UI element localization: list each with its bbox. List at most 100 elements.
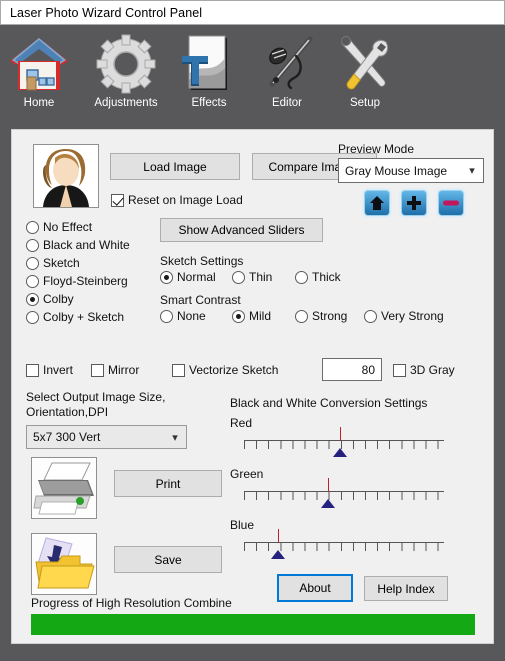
save-button[interactable]: Save xyxy=(114,546,222,573)
radio-dot xyxy=(364,309,377,323)
gear-icon xyxy=(87,29,165,99)
help-index-button[interactable]: Help Index xyxy=(364,576,448,601)
sketch-option-thin[interactable]: Thin xyxy=(232,270,272,284)
slider-thumb[interactable] xyxy=(333,448,347,457)
mirror-checkbox[interactable]: Mirror xyxy=(91,363,139,377)
toolbar-item-home[interactable]: Home xyxy=(0,29,78,109)
image-thumbnail[interactable] xyxy=(33,144,99,208)
slider-thumb[interactable] xyxy=(271,550,285,559)
preview-mode-select[interactable]: Gray Mouse Image ▾ xyxy=(338,158,484,183)
radio-dot xyxy=(295,270,308,284)
progress-bar xyxy=(31,614,475,635)
effect-option-label: Colby + Sketch xyxy=(43,310,125,324)
red-slider[interactable] xyxy=(244,427,444,458)
output-size-value: 5x7 300 Vert xyxy=(33,430,101,444)
save-label: Save xyxy=(154,552,182,567)
blue-slider[interactable] xyxy=(244,529,444,560)
radio-dot xyxy=(295,309,308,323)
contrast-option-none[interactable]: None xyxy=(160,309,206,323)
effect-option-colby[interactable]: Colby xyxy=(26,292,74,306)
contrast-option-mild[interactable]: Mild xyxy=(232,309,271,323)
plus-icon xyxy=(407,196,421,210)
progress-label: Progress of High Resolution Combine xyxy=(31,596,232,610)
threshold-input[interactable]: 80 xyxy=(322,358,382,381)
radio-dot xyxy=(26,238,39,252)
show-advanced-sliders-label: Show Advanced Sliders xyxy=(178,223,305,237)
toolbar-item-setup[interactable]: Setup xyxy=(326,29,404,109)
effect-option-label: Floyd-Steinberg xyxy=(43,274,128,288)
checkbox-box xyxy=(111,193,124,207)
effect-option-colby-plus-sketch[interactable]: Colby + Sketch xyxy=(26,310,124,324)
about-button[interactable]: About xyxy=(277,574,353,602)
effect-option-label: Sketch xyxy=(43,256,80,270)
toolbar-item-setup-label: Setup xyxy=(349,97,381,109)
green-slider[interactable] xyxy=(244,478,444,509)
radio-dot xyxy=(160,270,173,284)
preview-home-button[interactable] xyxy=(364,190,390,216)
sketch-option-normal[interactable]: Normal xyxy=(160,270,216,284)
effect-option-floyd-steinberg[interactable]: Floyd-Steinberg xyxy=(26,274,128,288)
reset-on-image-load-checkbox[interactable]: Reset on Image Load xyxy=(111,193,243,207)
minus-icon xyxy=(443,200,459,206)
checkbox-box xyxy=(393,363,406,377)
text-effects-icon xyxy=(170,29,248,99)
home-icon xyxy=(370,196,384,210)
radio-dot xyxy=(26,274,39,288)
toolbar-item-editor[interactable]: Editor xyxy=(248,29,326,109)
control-panel: Load Image Compare Images Reset on Image… xyxy=(11,129,494,644)
preview-mode-value: Gray Mouse Image xyxy=(345,163,448,178)
radio-dot xyxy=(232,270,245,284)
sketch-option-thick[interactable]: Thick xyxy=(295,270,341,284)
sketch-option-label: Normal xyxy=(177,270,216,284)
effect-option-no-effect[interactable]: No Effect xyxy=(26,220,92,234)
print-button[interactable]: Print xyxy=(114,470,222,497)
contrast-option-strong[interactable]: Strong xyxy=(295,309,347,323)
blue-slider-label: Blue xyxy=(230,518,255,532)
show-advanced-sliders-button[interactable]: Show Advanced Sliders xyxy=(160,218,323,242)
vectorize-sketch-checkbox[interactable]: Vectorize Sketch xyxy=(172,363,278,377)
checkbox-box xyxy=(172,363,185,377)
application-window: Laser Photo Wizard Control Panel Home Ad… xyxy=(0,0,505,661)
effect-option-label: Colby xyxy=(43,292,74,306)
preview-mode-label: Preview Mode xyxy=(338,142,415,156)
print-label: Print xyxy=(155,476,181,491)
slider-needle xyxy=(328,478,329,492)
green-slider-label: Green xyxy=(230,467,264,481)
effect-option-black-and-white[interactable]: Black and White xyxy=(26,238,130,252)
effect-option-sketch[interactable]: Sketch xyxy=(26,256,80,270)
checkbox-box xyxy=(26,363,39,377)
contrast-option-label: Mild xyxy=(249,309,272,323)
three-d-gray-checkbox[interactable]: 3D Gray xyxy=(393,363,455,377)
help-index-label: Help Index xyxy=(377,581,435,596)
sketch-option-label: Thick xyxy=(312,270,341,284)
output-size-select[interactable]: 5x7 300 Vert ▾ xyxy=(26,425,187,449)
output-size-label-line2: Orientation,DPI xyxy=(26,405,109,419)
reset-on-image-load-label: Reset on Image Load xyxy=(128,193,243,207)
effect-option-label: No Effect xyxy=(43,220,93,234)
radio-dot xyxy=(26,310,39,324)
toolbar-item-adjustments[interactable]: Adjustments xyxy=(87,29,165,109)
preview-zoom-in-button[interactable] xyxy=(401,190,427,216)
radio-dot xyxy=(26,220,39,234)
slider-thumb[interactable] xyxy=(321,499,335,508)
sketch-option-label: Thin xyxy=(249,270,273,284)
threshold-value: 80 xyxy=(361,362,375,377)
invert-checkbox[interactable]: Invert xyxy=(26,363,73,377)
load-image-button[interactable]: Load Image xyxy=(110,153,240,180)
wrench-screwdriver-icon xyxy=(326,29,404,99)
title-bar: Laser Photo Wizard Control Panel xyxy=(0,0,505,25)
toolbar-item-home-label: Home xyxy=(23,97,55,109)
save-folder-icon xyxy=(32,534,96,594)
radio-dot xyxy=(26,292,39,306)
preview-zoom-out-button[interactable] xyxy=(438,190,464,216)
slider-ticks xyxy=(244,491,444,500)
chevron-down-icon: ▾ xyxy=(172,431,178,444)
red-slider-label: Red xyxy=(230,416,253,430)
radio-dot xyxy=(232,309,245,323)
radio-dot xyxy=(26,256,39,270)
bw-conversion-label: Black and White Conversion Settings xyxy=(230,396,428,410)
slider-needle xyxy=(340,427,341,441)
contrast-option-very-strong[interactable]: Very Strong xyxy=(364,309,444,323)
toolbar-item-effects[interactable]: Effects xyxy=(170,29,248,109)
printer-icon xyxy=(32,458,96,518)
